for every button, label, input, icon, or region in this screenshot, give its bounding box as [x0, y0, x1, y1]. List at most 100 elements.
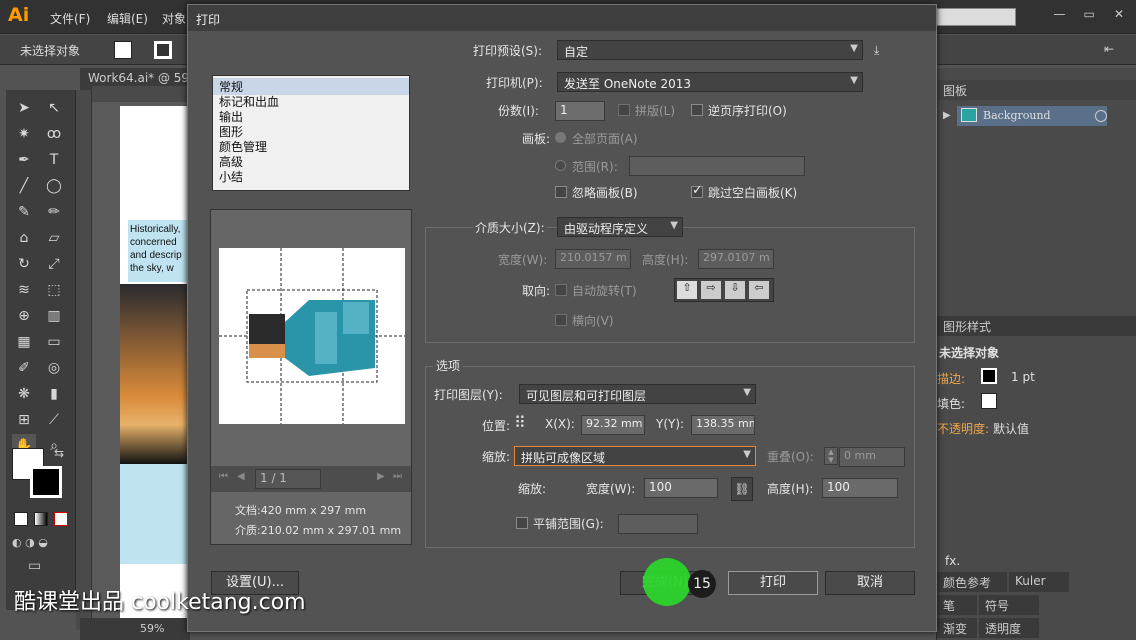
warp-tool-icon[interactable]: ≋ — [12, 278, 36, 302]
line-tool-icon[interactable]: ╱ — [12, 174, 36, 198]
layers-panel-tab[interactable]: 图板 — [937, 80, 1136, 100]
document-text-frame[interactable]: Historically, concerned and descrip the … — [128, 220, 192, 282]
range-input[interactable] — [629, 156, 805, 176]
menu-edit[interactable]: 编辑(E) — [107, 10, 148, 27]
swap-colors-icon[interactable]: ⇆ — [54, 446, 64, 460]
blend-tool-icon[interactable]: ◎ — [42, 356, 66, 380]
perspective-grid-icon[interactable]: ▥ — [42, 304, 66, 328]
menu-object[interactable]: 对象 — [162, 10, 186, 27]
gradient-mode-icon[interactable] — [34, 512, 48, 526]
portrait-icon[interactable]: ⇧ — [677, 281, 697, 299]
brushes-tab[interactable]: 笔 — [937, 595, 977, 615]
screen-mode-icon[interactable]: ▭ — [28, 558, 41, 574]
flipped-portrait-icon[interactable]: ⇩ — [725, 281, 745, 299]
maximize-icon[interactable]: ▭ — [1080, 6, 1098, 22]
category-summary[interactable]: 小结 — [219, 168, 243, 185]
fill-swatch-small[interactable] — [981, 393, 997, 409]
column-graph-icon[interactable]: ▮ — [42, 382, 66, 406]
sunset-image[interactable] — [120, 284, 192, 464]
eraser-icon[interactable]: ▱ — [42, 226, 66, 250]
close-icon[interactable] — [912, 9, 930, 27]
cancel-button[interactable]: 取消 — [825, 571, 915, 595]
close-icon[interactable]: ✕ — [1110, 6, 1128, 22]
save-preset-icon[interactable]: ⤓ — [874, 43, 879, 58]
height-input[interactable]: 297.0107 m — [698, 249, 774, 269]
link-icon[interactable]: ⛓ — [731, 477, 753, 501]
symbol-sprayer-icon[interactable]: ❋ — [12, 382, 36, 406]
lasso-icon[interactable]: ꝏ — [42, 122, 66, 146]
print-layers-dropdown[interactable]: 可见图层和可打印图层 ▼ — [519, 384, 756, 404]
prev-page-icon[interactable]: ◀ — [237, 471, 245, 482]
collate-checkbox[interactable] — [618, 104, 630, 116]
first-page-icon[interactable]: ⏮ — [219, 471, 228, 482]
media-size-dropdown[interactable]: 由驱动程序定义 ▼ — [557, 217, 683, 237]
landscape-checkbox[interactable] — [555, 314, 567, 326]
stroke-row[interactable]: 描边: 1 pt — [937, 368, 1136, 388]
color-mode-icon[interactable] — [14, 512, 28, 526]
tile-range-checkbox[interactable] — [516, 517, 528, 529]
selection-tool-icon[interactable]: ➤ — [12, 96, 36, 120]
tile-range-input[interactable] — [618, 514, 698, 534]
slice-tool-icon[interactable]: ⟋ — [42, 408, 66, 432]
stroke-weight[interactable]: 1 pt — [1011, 370, 1035, 384]
auto-rotate-checkbox[interactable] — [555, 284, 567, 296]
scale-tool-icon[interactable]: ⤢ — [42, 252, 66, 276]
print-button[interactable]: 打印 — [728, 571, 818, 595]
layer-row[interactable]: Background — [957, 106, 1107, 126]
mesh-tool-icon[interactable]: ▦ — [12, 330, 36, 354]
graphic-styles-tab[interactable]: 图形样式 — [937, 316, 1136, 336]
rotate-tool-icon[interactable]: ↻ — [12, 252, 36, 276]
ellipse-tool-icon[interactable]: ◯ — [42, 174, 66, 198]
scaling-dropdown[interactable]: 拼贴可成像区域 ▼ — [514, 446, 756, 466]
menu-file[interactable]: 文件(F) — [50, 10, 90, 27]
panel-menu-icon[interactable]: ⇤ — [1104, 42, 1114, 56]
blue-shape[interactable] — [120, 464, 192, 564]
gradient-tab[interactable]: 渐变 — [937, 618, 977, 638]
search-input[interactable] — [936, 8, 1016, 26]
opacity-row[interactable]: 不透明度: 默认值 — [937, 418, 1136, 438]
fx-icon[interactable]: fx. — [945, 554, 960, 568]
copies-input[interactable]: 1 — [555, 101, 605, 121]
magic-wand-icon[interactable]: ✷ — [12, 122, 36, 146]
fill-swatch[interactable] — [114, 41, 132, 59]
stroke-swatch-small[interactable] — [981, 368, 997, 384]
shape-builder-icon[interactable]: ⊕ — [12, 304, 36, 328]
flipped-landscape-icon[interactable]: ⇦ — [749, 281, 769, 299]
last-page-icon[interactable]: ⏭ — [393, 471, 402, 482]
layer-expand-icon[interactable]: ▶ — [943, 110, 951, 121]
artboard-tool-icon[interactable]: ⊞ — [12, 408, 36, 432]
layer-target-icon[interactable] — [1095, 110, 1107, 122]
landscape-icon[interactable]: ⇨ — [701, 281, 721, 299]
stroke-swatch[interactable] — [154, 41, 172, 59]
type-tool-icon[interactable]: T — [42, 148, 66, 172]
width-input[interactable]: 210.0157 m — [555, 249, 631, 269]
page-number-input[interactable]: 1 / 1 — [255, 469, 321, 489]
next-page-icon[interactable]: ▶ — [377, 471, 385, 482]
minimize-icon[interactable]: — — [1050, 6, 1068, 22]
skip-blank-checkbox[interactable] — [691, 183, 703, 198]
pen-tool-icon[interactable]: ✒ — [12, 148, 36, 172]
reverse-order-checkbox[interactable] — [691, 104, 703, 116]
preset-dropdown[interactable]: 自定 ▼ — [557, 40, 863, 60]
fill-row[interactable]: 填色: — [937, 393, 1136, 413]
blob-brush-icon[interactable]: ⌂ — [12, 226, 36, 250]
kuler-tab[interactable]: Kuler — [1009, 572, 1069, 592]
eyedropper-icon[interactable]: ✐ — [12, 356, 36, 380]
direct-selection-tool-icon[interactable]: ↖ — [42, 96, 66, 120]
overlap-input[interactable]: 0 mm — [839, 447, 905, 467]
range-radio[interactable] — [555, 160, 566, 171]
scale-height-input[interactable]: 100 — [822, 478, 898, 498]
stroke-color-box[interactable] — [30, 466, 62, 498]
symbols-tab[interactable]: 符号 — [979, 595, 1039, 615]
none-mode-icon[interactable] — [54, 512, 68, 526]
ignore-artboards-checkbox[interactable] — [555, 186, 567, 198]
pencil-icon[interactable]: ✏ — [42, 200, 66, 224]
zoom-level[interactable]: 59% — [140, 622, 164, 635]
printer-dropdown[interactable]: 发送至 OneNote 2013 ▼ — [557, 72, 863, 92]
gradient-tool-icon[interactable]: ▭ — [42, 330, 66, 354]
scale-width-input[interactable]: 100 — [644, 478, 718, 498]
overlap-stepper-icon[interactable]: ▲ ▼ — [824, 447, 838, 465]
paintbrush-icon[interactable]: ✎ — [12, 200, 36, 224]
y-input[interactable]: 138.35 mm — [691, 415, 755, 435]
canvas-area[interactable]: Historically, concerned and descrip the … — [92, 102, 192, 622]
